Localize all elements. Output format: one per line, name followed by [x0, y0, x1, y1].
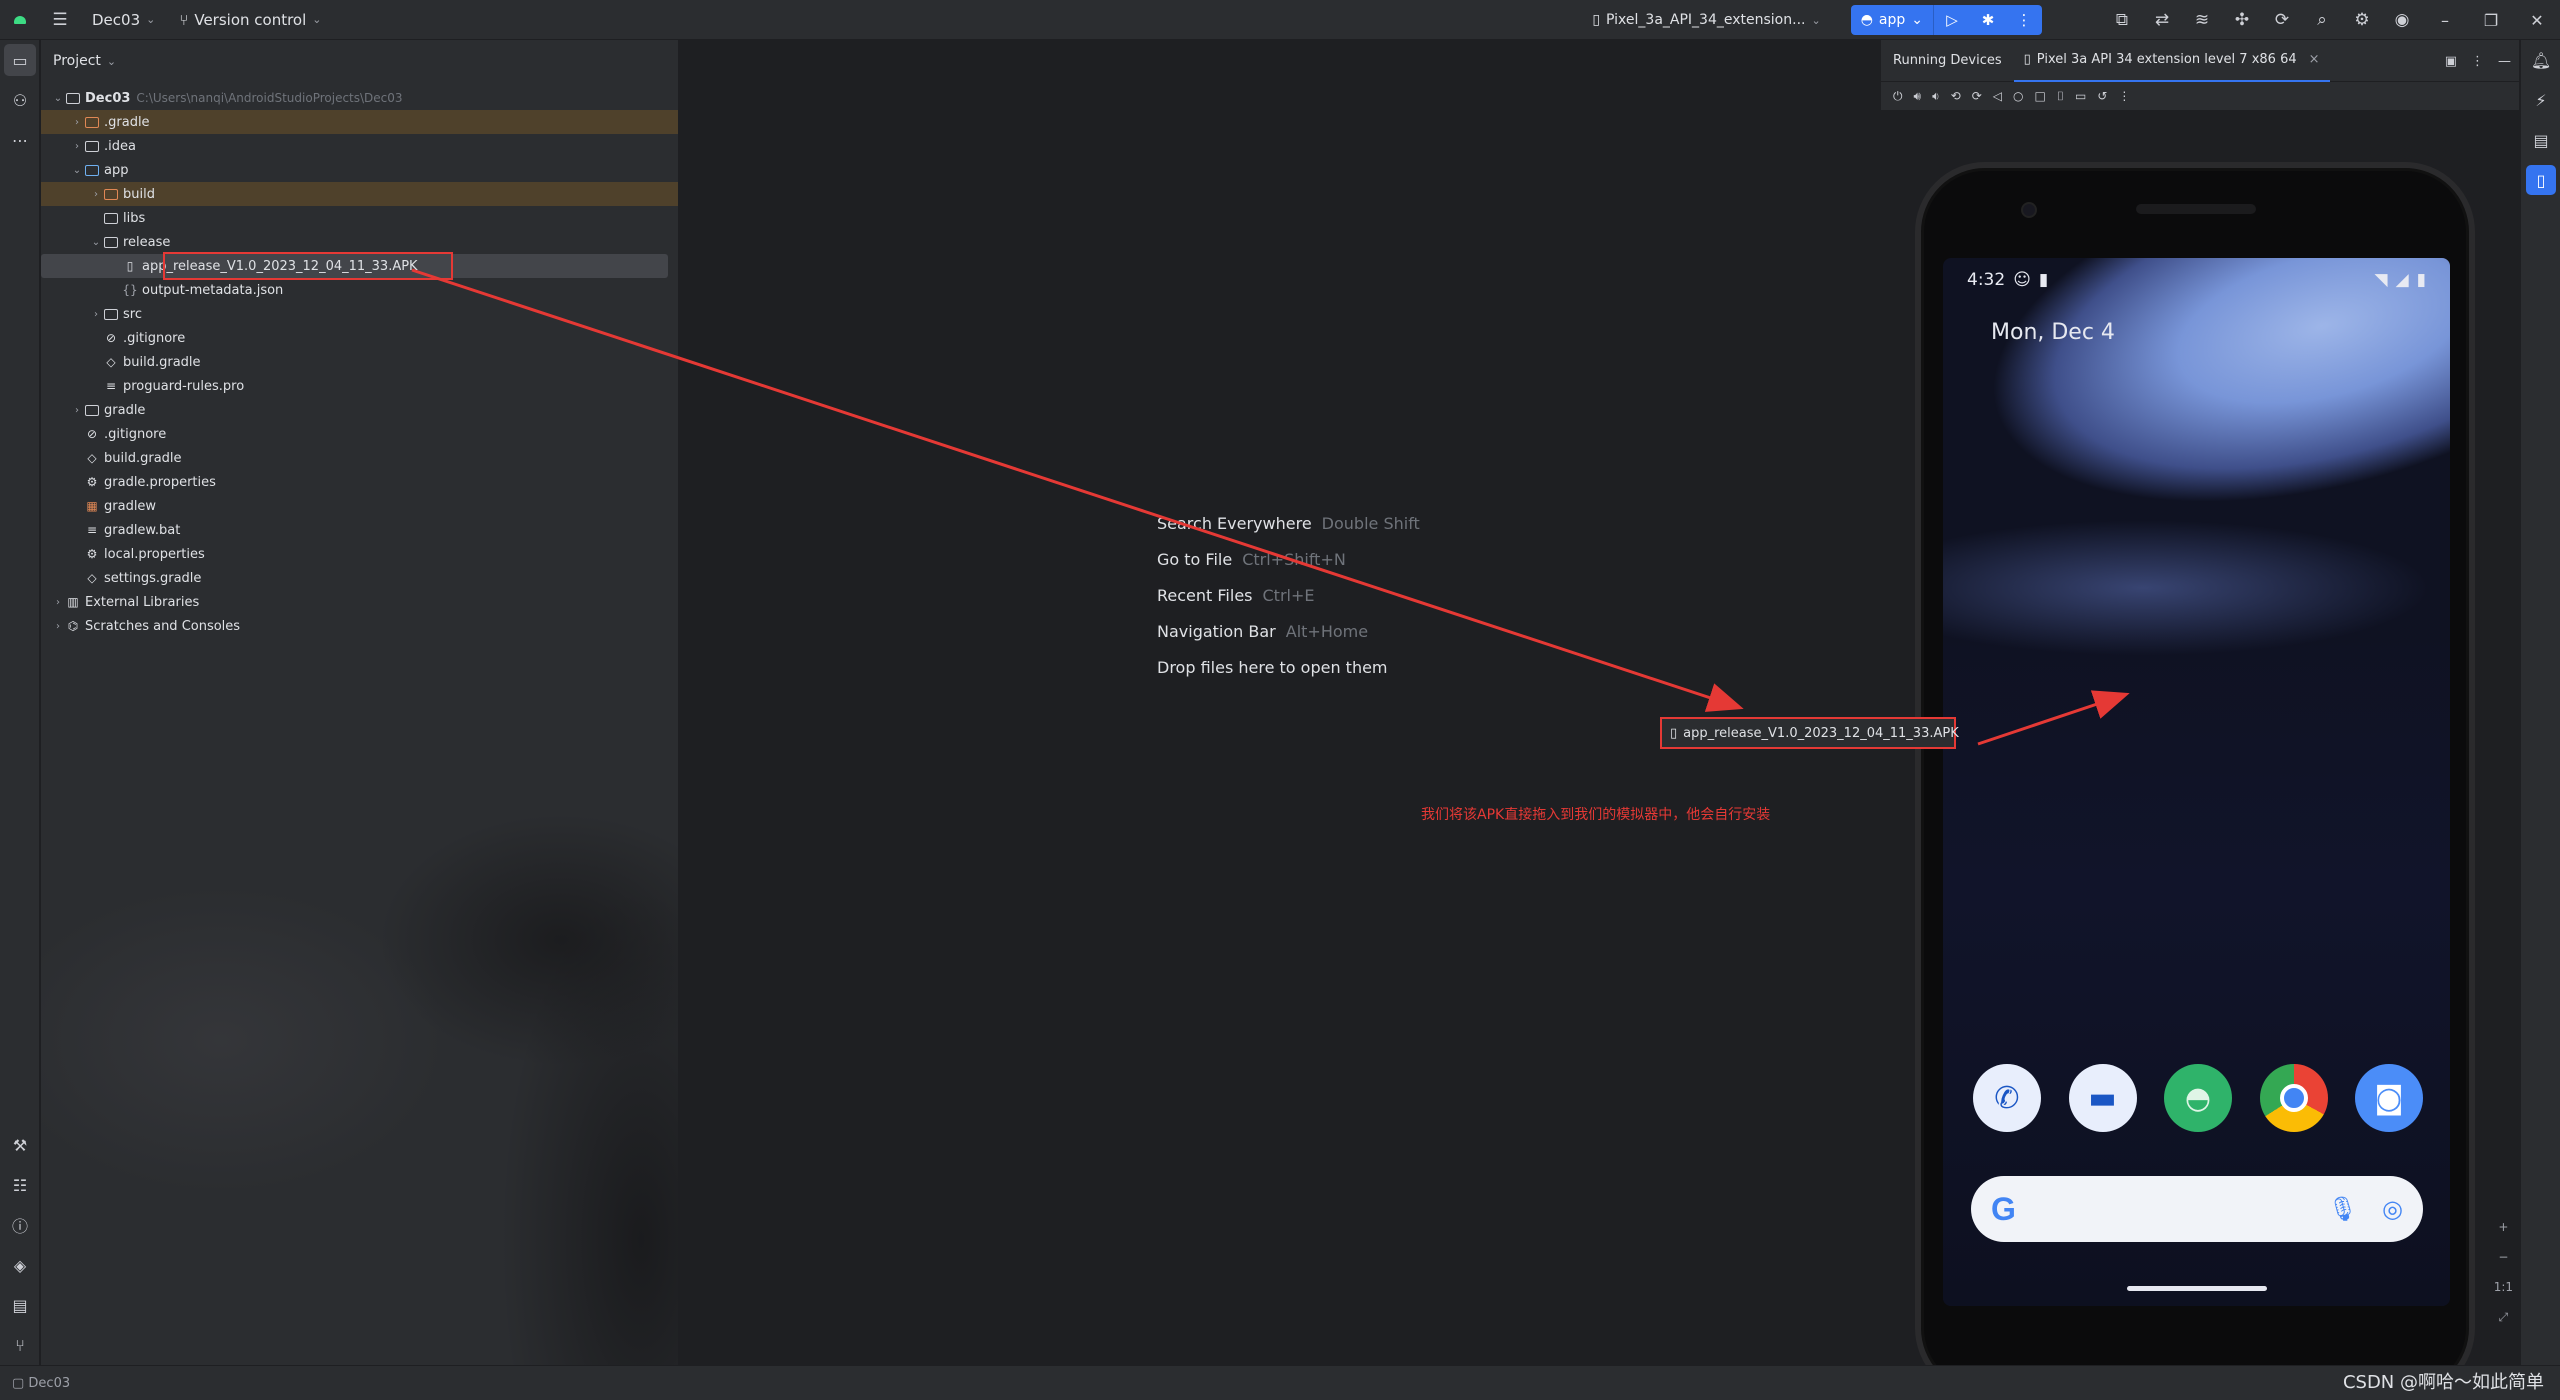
dragged-file-label: ▯ app_release_V1.0_2023_12_04_11_33.APK — [1660, 717, 1959, 749]
drag-arrow — [411, 268, 1744, 712]
apk-file-icon: ▯ — [1670, 725, 1678, 741]
dragged-file-name: app_release_V1.0_2023_12_04_11_33.APK — [1683, 725, 1959, 741]
annotation-arrows — [411, 268, 2130, 746]
module-icon: ▢ — [12, 1375, 29, 1391]
annotation-note: 我们将该APK直接拖入到我们的模拟器中，他会自行安装 — [1421, 807, 1771, 823]
watermark: CSDN @啊哈～如此简单 — [2342, 1372, 2544, 1393]
drop-arrow — [1977, 690, 2130, 746]
status-project[interactable]: Dec03 — [28, 1376, 70, 1391]
status-bar: ▢ Dec03 — [0, 1365, 2560, 1400]
